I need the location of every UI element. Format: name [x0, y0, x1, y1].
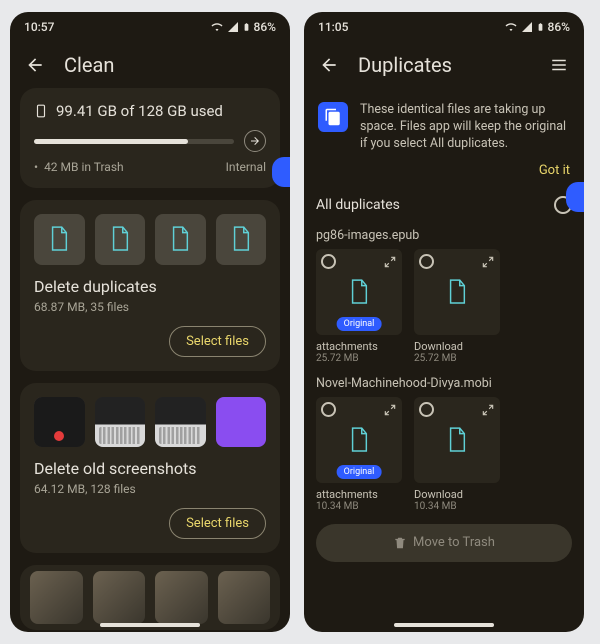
- file-size: 10.34 MB: [414, 501, 500, 512]
- group-name: pg86-images.epub: [304, 222, 584, 249]
- status-bar: 11:05 86%: [304, 12, 584, 42]
- thumbnail[interactable]: [34, 397, 85, 448]
- phone-icon: [34, 102, 48, 120]
- card-subtitle: 64.12 MB, 128 files: [34, 482, 266, 496]
- storage-location: Internal: [226, 160, 266, 174]
- move-to-trash-label: Move to Trash: [413, 535, 495, 550]
- back-button[interactable]: [318, 54, 340, 76]
- thumbnail[interactable]: [155, 397, 206, 448]
- card-title: Delete old screenshots: [34, 459, 266, 478]
- original-badge: Original: [337, 317, 382, 331]
- partial-card: [20, 565, 280, 630]
- screenshots-card: Delete old screenshots 64.12 MB, 128 fil…: [20, 383, 280, 554]
- page-title: Duplicates: [358, 53, 452, 77]
- thumbnail[interactable]: [34, 214, 85, 265]
- clean-screen: 10:57 86% Clean 99.41 GB of 128 GB used: [10, 12, 290, 632]
- title-bar: Duplicates: [304, 42, 584, 88]
- battery-label: 86%: [254, 20, 276, 34]
- gotit-button[interactable]: Got it: [539, 163, 570, 178]
- info-banner: These identical files are taking up spac…: [304, 88, 584, 159]
- signal-icon: [227, 21, 239, 33]
- gesture-bar: [100, 623, 200, 627]
- thumbnail[interactable]: [216, 214, 267, 265]
- clock: 10:57: [24, 20, 54, 34]
- battery-label: 86%: [548, 20, 570, 34]
- thumbnail[interactable]: [218, 571, 271, 624]
- thumbnail[interactable]: [95, 397, 146, 448]
- thumbnail[interactable]: [216, 397, 267, 448]
- info-icon: [318, 102, 348, 132]
- file-radio[interactable]: [419, 402, 434, 417]
- expand-icon[interactable]: [383, 402, 397, 421]
- select-files-button[interactable]: Select files: [169, 326, 266, 357]
- banner-text: These identical files are taking up spac…: [360, 102, 570, 153]
- file-size: 10.34 MB: [316, 501, 402, 512]
- floating-action[interactable]: [272, 157, 290, 187]
- file-folder: Download: [414, 340, 500, 353]
- wifi-icon: [504, 21, 518, 33]
- battery-icon: [242, 20, 251, 34]
- file-size: 25.72 MB: [316, 353, 402, 364]
- file-radio[interactable]: [321, 254, 336, 269]
- card-title: Delete duplicates: [34, 277, 266, 296]
- duplicates-screen: 11:05 86% Duplicates These identical fil…: [304, 12, 584, 632]
- gesture-bar: [394, 623, 494, 627]
- thumbnail[interactable]: [93, 571, 146, 624]
- content: 99.41 GB of 128 GB used 42 MB in Trash I…: [10, 88, 290, 632]
- file-folder: Download: [414, 488, 500, 501]
- title-bar: Clean: [10, 42, 290, 88]
- battery-icon: [536, 20, 545, 34]
- expand-icon[interactable]: [481, 402, 495, 421]
- move-to-trash-button[interactable]: Move to Trash: [316, 524, 572, 562]
- file-folder: attachments: [316, 340, 402, 353]
- signal-icon: [521, 21, 533, 33]
- all-duplicates-label: All duplicates: [316, 197, 400, 213]
- all-duplicates-row[interactable]: All duplicates: [304, 188, 584, 222]
- duplicates-card: Delete duplicates 68.87 MB, 35 files Sel…: [20, 200, 280, 371]
- select-files-button[interactable]: Select files: [169, 508, 266, 539]
- page-title: Clean: [64, 53, 114, 77]
- wifi-icon: [210, 21, 224, 33]
- storage-card[interactable]: 99.41 GB of 128 GB used 42 MB in Trash I…: [20, 88, 280, 188]
- file-tile[interactable]: Original: [316, 249, 402, 335]
- file-radio[interactable]: [419, 254, 434, 269]
- file-tile[interactable]: Original: [316, 397, 402, 483]
- thumbnail[interactable]: [95, 214, 146, 265]
- thumbnail[interactable]: [155, 571, 208, 624]
- file-tile[interactable]: [414, 397, 500, 483]
- thumbnail[interactable]: [155, 214, 206, 265]
- floating-action[interactable]: [566, 182, 584, 212]
- card-subtitle: 68.87 MB, 35 files: [34, 300, 266, 314]
- thumbnail[interactable]: [30, 571, 83, 624]
- trash-icon: [393, 536, 407, 550]
- status-bar: 10:57 86%: [10, 12, 290, 42]
- group-name: Novel-Machinehood-Divya.mobi: [304, 370, 584, 397]
- clock: 11:05: [318, 20, 348, 34]
- file-tile[interactable]: [414, 249, 500, 335]
- expand-icon[interactable]: [383, 254, 397, 273]
- storage-progress: [34, 139, 234, 144]
- file-folder: attachments: [316, 488, 402, 501]
- file-size: 25.72 MB: [414, 353, 500, 364]
- file-radio[interactable]: [321, 402, 336, 417]
- view-toggle-button[interactable]: [548, 54, 570, 76]
- storage-text: 99.41 GB of 128 GB used: [56, 102, 223, 120]
- original-badge: Original: [337, 465, 382, 479]
- expand-icon[interactable]: [481, 254, 495, 273]
- trash-text: 42 MB in Trash: [34, 160, 124, 174]
- storage-details-button[interactable]: [244, 130, 266, 152]
- back-button[interactable]: [24, 54, 46, 76]
